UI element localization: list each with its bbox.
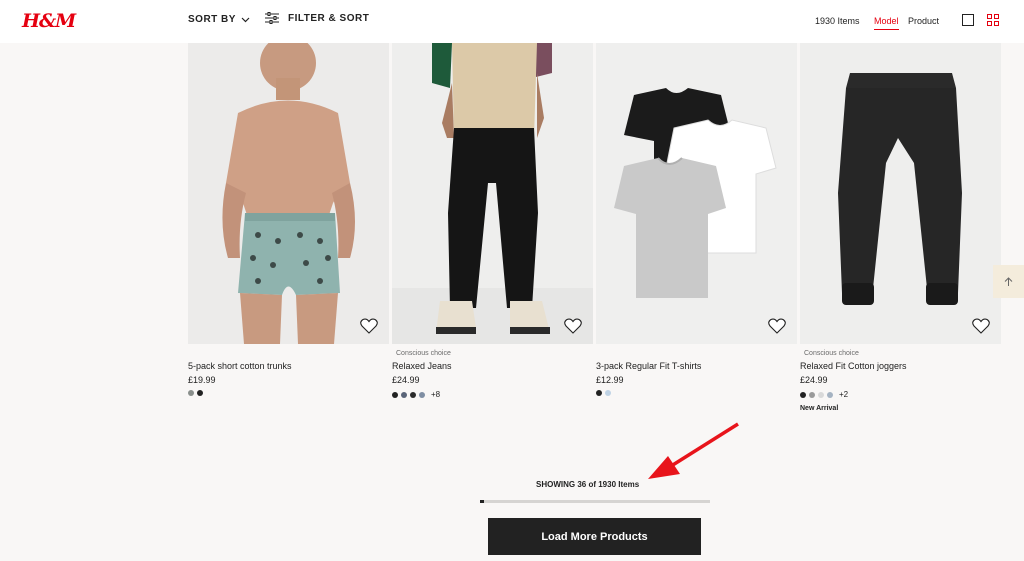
joggers-photo bbox=[800, 43, 1001, 344]
color-swatch[interactable] bbox=[800, 391, 806, 398]
product-card[interactable]: 3-pack Regular Fit T-shirts £12.99 bbox=[596, 43, 797, 396]
trunks-photo bbox=[188, 43, 389, 344]
heart-icon[interactable] bbox=[564, 318, 582, 334]
arrow-up-icon bbox=[1004, 276, 1013, 286]
product-image[interactable] bbox=[188, 43, 389, 344]
color-swatches bbox=[596, 390, 611, 396]
color-swatch[interactable] bbox=[605, 390, 611, 396]
load-more-button[interactable]: Load More Products bbox=[488, 518, 701, 555]
load-progress-bar bbox=[480, 500, 710, 503]
back-to-top-button[interactable] bbox=[993, 265, 1024, 298]
color-swatches: +8 bbox=[392, 390, 440, 399]
color-swatches bbox=[188, 390, 203, 396]
product-image[interactable] bbox=[392, 43, 593, 344]
more-colors-count: +8 bbox=[431, 390, 441, 399]
tshirts-photo bbox=[596, 43, 797, 344]
color-swatch[interactable] bbox=[401, 391, 407, 398]
showing-count: SHOWING 36 of 1930 Items bbox=[536, 480, 640, 489]
product-name[interactable]: 3-pack Regular Fit T-shirts bbox=[596, 361, 701, 371]
single-grid-icon[interactable] bbox=[962, 14, 974, 26]
color-swatch[interactable] bbox=[392, 391, 398, 398]
product-card[interactable]: 5-pack short cotton trunks £19.99 bbox=[188, 43, 389, 396]
color-swatch[interactable] bbox=[596, 390, 602, 396]
heart-icon[interactable] bbox=[972, 318, 990, 334]
more-colors-count: +2 bbox=[839, 390, 849, 399]
product-price: £24.99 bbox=[800, 375, 828, 385]
color-swatch[interactable] bbox=[188, 390, 194, 396]
filter-sort-label: FILTER & SORT bbox=[288, 12, 370, 24]
top-bar: H&M SORT BY FILTER & SORT 1930 Items Mod… bbox=[0, 0, 1024, 43]
color-swatch[interactable] bbox=[419, 391, 425, 398]
product-tag: Conscious choice bbox=[396, 350, 451, 357]
load-progress-fill bbox=[480, 500, 485, 503]
product-image[interactable] bbox=[596, 43, 797, 344]
jeans-photo bbox=[392, 43, 593, 344]
product-price: £24.99 bbox=[392, 375, 420, 385]
sort-by-button[interactable]: SORT BY bbox=[188, 14, 250, 25]
heart-icon[interactable] bbox=[768, 318, 786, 334]
color-swatch[interactable] bbox=[827, 391, 833, 398]
color-swatch[interactable] bbox=[197, 390, 203, 396]
items-count: 1930 Items bbox=[815, 16, 860, 26]
color-swatches: +2 bbox=[800, 390, 848, 399]
heart-icon[interactable] bbox=[360, 318, 378, 334]
color-swatch[interactable] bbox=[410, 391, 416, 398]
color-swatch[interactable] bbox=[818, 391, 824, 398]
product-name[interactable]: 5-pack short cotton trunks bbox=[188, 361, 292, 371]
product-card[interactable]: Conscious choice Relaxed Fit Cotton jogg… bbox=[800, 43, 1001, 412]
product-price: £19.99 bbox=[188, 375, 216, 385]
sliders-icon bbox=[265, 12, 279, 24]
sort-by-label: SORT BY bbox=[188, 14, 236, 25]
product-tag: Conscious choice bbox=[804, 350, 859, 357]
multi-grid-icon[interactable] bbox=[987, 14, 999, 26]
product-name[interactable]: Relaxed Jeans bbox=[392, 361, 452, 371]
product-price: £12.99 bbox=[596, 375, 624, 385]
product-card[interactable]: Conscious choice Relaxed Jeans £24.99 +8 bbox=[392, 43, 593, 399]
chevron-down-icon bbox=[241, 17, 250, 22]
color-swatch[interactable] bbox=[809, 391, 815, 398]
new-arrival-badge: New Arrival bbox=[800, 405, 839, 412]
view-product-tab[interactable]: Product bbox=[908, 16, 939, 26]
product-name[interactable]: Relaxed Fit Cotton joggers bbox=[800, 361, 907, 371]
product-image[interactable] bbox=[800, 43, 1001, 344]
view-model-tab[interactable]: Model bbox=[874, 16, 899, 30]
hm-logo[interactable]: H&M bbox=[22, 10, 76, 32]
filter-sort-button[interactable]: FILTER & SORT bbox=[265, 12, 369, 24]
